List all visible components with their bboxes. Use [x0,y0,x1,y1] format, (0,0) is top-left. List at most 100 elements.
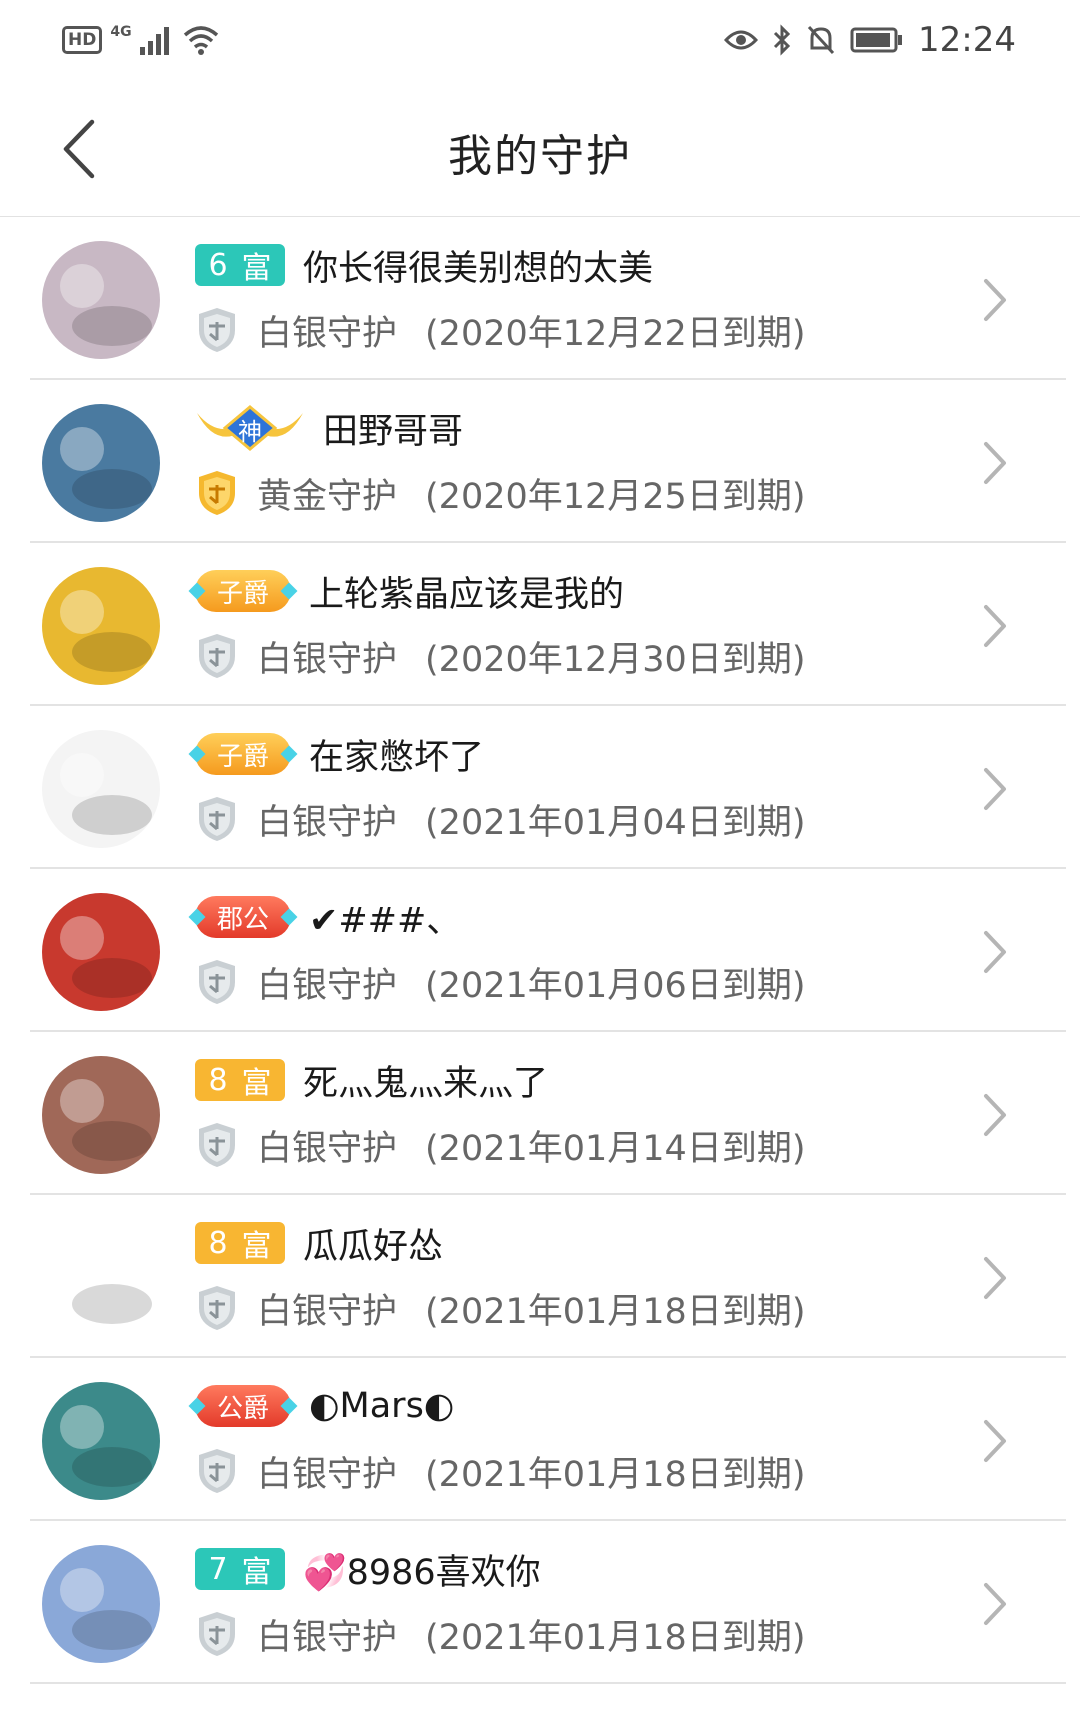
silver-shield-icon [199,1449,235,1493]
chevron-right-icon[interactable] [978,1416,1010,1466]
avatar[interactable] [42,730,160,848]
guard-level: 白银守护 [257,1454,398,1495]
chevron-right-icon[interactable] [978,1090,1010,1140]
guard-level: 黄金守护 [257,476,398,517]
expire-date: (2021年01月06日到期) [425,965,806,1006]
wealth-level-number: 6 [208,247,228,283]
guard-list-item[interactable]: 8 富瓜瓜好怂白银守护 (2021年01月18日到期) [0,1195,1080,1358]
wifi-icon [183,26,218,55]
user-name: ◐Mars◐ [309,1386,455,1426]
guard-info-line: 白银守护 (2021年01月14日到期) [195,1120,805,1170]
guard-info-line: 黄金守护 (2020年12月25日到期) [195,468,805,518]
silver-shield-icon [199,1123,235,1167]
eye-icon [724,30,759,50]
user-name: 瓜瓜好怂 [303,1226,444,1267]
expire-date: (2020年12月30日到期) [425,639,806,680]
guard-info-line: 白银守护 (2020年12月22日到期) [195,305,805,355]
guard-list-item[interactable]: 公爵 ◐Mars◐ 白银守护 (2021年01月18日到期) [0,1358,1080,1521]
chevron-right-icon[interactable] [978,1253,1010,1303]
avatar[interactable] [42,404,160,522]
user-name: 死灬鬼灬来灬了 [303,1063,549,1104]
name-line: 神 田野哥哥 [195,402,463,454]
guard-info-line: 白银守护 (2021年01月04日到期) [195,794,805,844]
wealth-level-badge: 8富 [195,1222,285,1264]
gold-shield-icon [199,471,235,515]
status-bar-left: HD 4G [62,20,220,60]
chevron-right-icon[interactable] [978,275,1010,325]
guard-list-item[interactable]: 子爵 在家憋坏了白银守护 (2021年01月04日到期) [0,706,1080,869]
guard-list-item[interactable]: 6 富你长得很美别想的太美白银守护 (2020年12月22日到期) [0,217,1080,380]
silver-shield-icon [199,797,235,841]
noble-title-badge: 子爵 [195,733,291,775]
avatar[interactable] [42,1382,160,1500]
guard-list-item[interactable]: 神 田野哥哥黄金守护 (2020年12月25日到期) [0,380,1080,543]
network-type: 4G [110,24,132,40]
guard-list-item[interactable]: 8 富死灬鬼灬来灬了白银守护 (2021年01月14日到期) [0,1032,1080,1195]
god-level-badge: 神 [195,405,305,451]
silver-shield-icon [199,960,235,1004]
silver-shield-icon [199,634,235,678]
guard-list-item[interactable]: 子爵 上轮紫晶应该是我的白银守护 (2020年12月30日到期) [0,543,1080,706]
wealth-level-badge: 6富 [195,244,285,286]
avatar[interactable] [42,893,160,1011]
avatar[interactable] [42,1056,160,1174]
wealth-level-number: 8 [208,1225,228,1261]
guard-level: 白银守护 [257,1128,398,1169]
title-bar: 我的守护 [0,80,1080,217]
expire-date: (2020年12月22日到期) [425,313,806,354]
user-name: 上轮紫晶应该是我的 [309,574,625,615]
chevron-right-icon[interactable] [978,601,1010,651]
name-line: 子爵 在家憋坏了 [195,728,484,780]
chevron-right-icon[interactable] [978,1579,1010,1629]
expire-date: (2021年01月18日到期) [425,1617,806,1658]
guard-level: 白银守护 [257,1617,398,1658]
chevron-right-icon[interactable] [978,927,1010,977]
silver-shield-icon [199,1286,235,1330]
expire-date: (2020年12月25日到期) [425,476,806,517]
guard-list: 6 富你长得很美别想的太美 白银守护 (2020年12月22日到期) 神田野哥哥 黄金守护… [0,217,1080,1684]
guard-list-item[interactable]: 郡公 ✔###、 白银守护 (2021年01月06日到期) [0,869,1080,1032]
signal-icon [139,27,169,55]
battery-icon [850,27,903,53]
hd-indicator: HD [62,26,103,54]
name-line: 8 富死灬鬼灬来灬了 [195,1054,548,1106]
guard-info-line: 白银守护 (2020年12月30日到期) [195,631,805,681]
guard-info-line: 白银守护 (2021年01月18日到期) [195,1446,805,1496]
avatar[interactable] [42,1545,160,1663]
name-line: 公爵 ◐Mars◐ [195,1380,454,1432]
guard-level: 白银守护 [257,1291,398,1332]
bell-off-icon [807,25,835,55]
avatar[interactable] [42,1219,160,1337]
chevron-right-icon[interactable] [978,764,1010,814]
wealth-level-number: 7 [208,1551,228,1587]
status-bar-right: 12:24 [724,18,1016,62]
guard-info-line: 白银守护 (2021年01月18日到期) [195,1283,805,1333]
guard-list-item[interactable]: 7 富 💞8986喜欢你 白银守护 (2021年01月18日到期) [0,1521,1080,1684]
guard-level: 白银守护 [257,313,398,354]
user-name: 你长得很美别想的太美 [303,248,654,289]
expire-date: (2021年01月18日到期) [425,1454,806,1495]
noble-title-badge: 公爵 [195,1385,291,1427]
name-line: 6 富你长得很美别想的太美 [195,239,653,291]
wealth-level-badge: 7富 [195,1548,285,1590]
user-name: 田野哥哥 [323,411,464,452]
chevron-right-icon[interactable] [978,438,1010,488]
user-name: ✔###、 [309,900,462,941]
noble-title-badge: 子爵 [195,570,291,612]
avatar[interactable] [42,567,160,685]
clock: 12:24 [918,20,1016,60]
god-level-label: 神 [238,418,262,446]
guard-level: 白银守护 [257,965,398,1006]
guard-level: 白银守护 [257,639,398,680]
wealth-level-label: 富 [241,1066,272,1101]
wealth-level-badge: 8富 [195,1059,285,1101]
expire-date: (2021年01月18日到期) [425,1291,806,1332]
avatar[interactable] [42,241,160,359]
user-name: 在家憋坏了 [309,737,485,778]
wealth-level-label: 富 [241,251,272,286]
status-bar: HD 4G 12:24 [0,0,1080,80]
expire-date: (2021年01月04日到期) [425,802,806,843]
guard-info-line: 白银守护 (2021年01月18日到期) [195,1609,805,1659]
silver-shield-icon [199,308,235,352]
guard-level: 白银守护 [257,802,398,843]
